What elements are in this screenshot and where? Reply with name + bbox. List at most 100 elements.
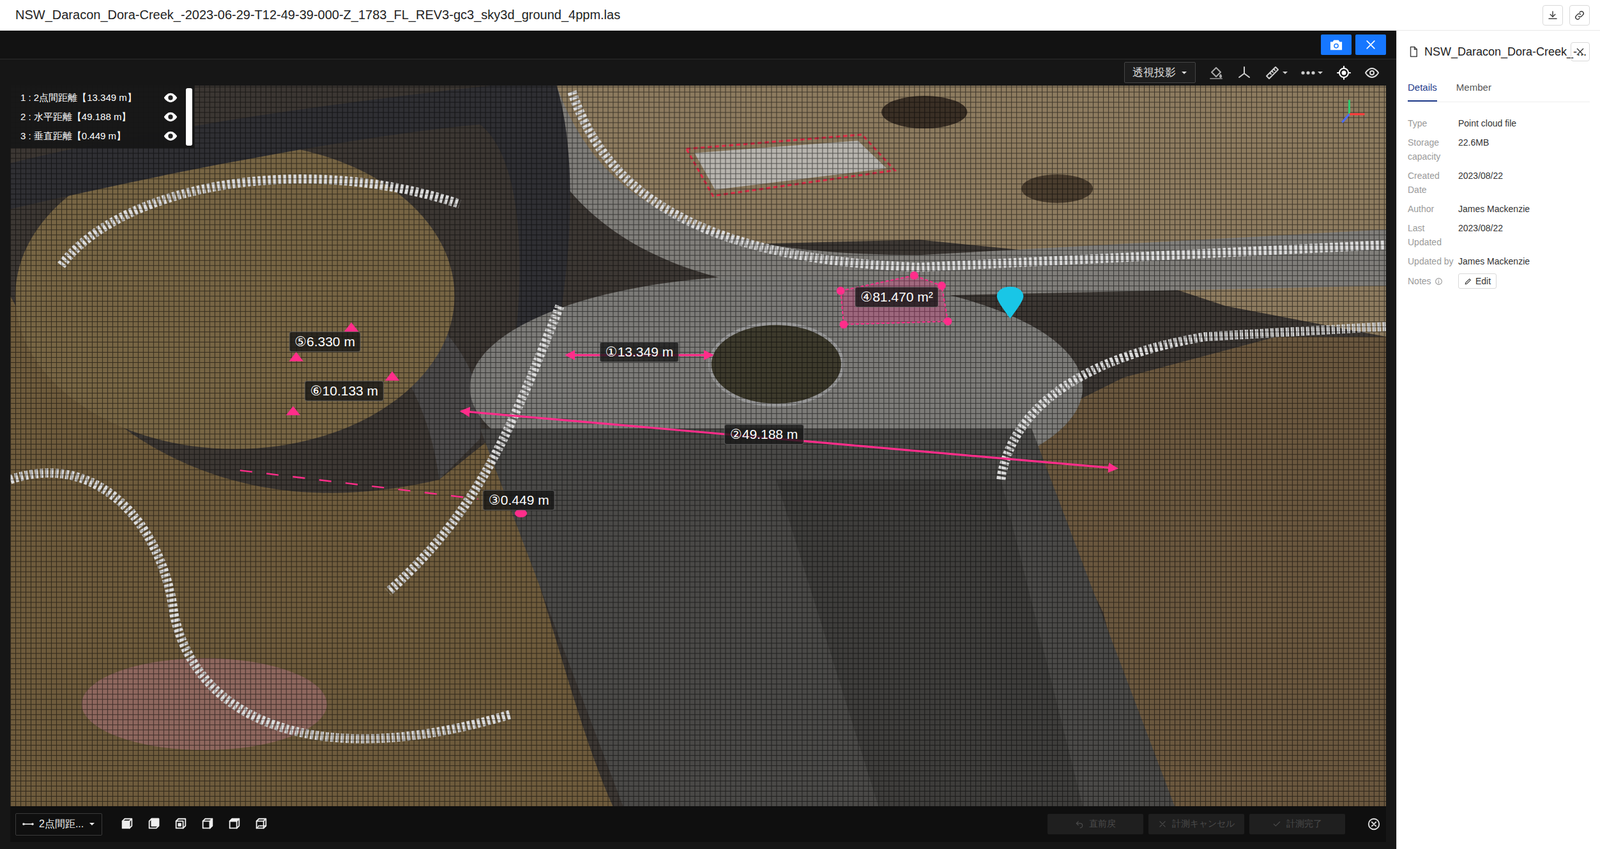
measurement-name: 3 : 垂直距離【0.449 m】	[20, 130, 126, 143]
more-tool[interactable]	[1301, 69, 1324, 77]
measurement-figure[interactable]	[286, 371, 400, 416]
info-icon[interactable]	[1434, 277, 1443, 286]
file-title: NSW_Daracon_Dora-Creek_-2023-06-29-T12-4…	[15, 7, 621, 23]
bottom-view-icon[interactable]	[254, 816, 269, 831]
measurement-panel: 1 : 2点間距離【13.349 m】 2 : 水平距離【49.188 m】 3 :…	[10, 85, 195, 149]
measure-tool-dropdown[interactable]: 2点間距...	[15, 813, 103, 836]
detail-value: James Mackenzie	[1458, 254, 1530, 269]
edit-label: Edit	[1475, 274, 1491, 289]
viewer-toolbar: 透視投影	[0, 59, 1397, 86]
locate-tool[interactable]	[1336, 65, 1352, 81]
measurement-label[interactable]: ①13.349 m	[599, 341, 679, 363]
camera-icon[interactable]	[1329, 38, 1344, 52]
measurement-label[interactable]: ②49.188 m	[724, 424, 804, 445]
axis-tool[interactable]	[1236, 65, 1252, 81]
panel-tab[interactable]: Details	[1407, 76, 1438, 102]
left-view-icon[interactable]	[173, 816, 188, 831]
download-button[interactable]	[1542, 5, 1563, 26]
screenshot-button[interactable]	[1320, 34, 1352, 55]
measurement-list: 1 : 2点間距離【13.349 m】 2 : 水平距離【49.188 m】 3 :…	[10, 88, 184, 146]
caret-down-icon[interactable]	[1317, 69, 1324, 77]
measurement-label[interactable]: ⑥10.133 m	[304, 380, 384, 402]
measurement-figure[interactable]	[836, 271, 953, 329]
measurement-figure[interactable]	[461, 411, 1117, 469]
close-icon[interactable]	[1575, 46, 1586, 57]
target-icon[interactable]	[1336, 65, 1352, 81]
detail-label: Created Date	[1407, 168, 1459, 197]
point-cloud-render[interactable]	[10, 85, 1387, 807]
detail-row: TypePoint cloud file	[1407, 116, 1590, 131]
point-cloud-viewer: 透視投影 ①13.349 m ②49.188 m ③0.449 m ④81.470 m²…	[0, 30, 1397, 849]
link-icon[interactable]	[1573, 9, 1586, 22]
detail-label: Type	[1407, 116, 1459, 131]
close-panel-button[interactable]	[1570, 42, 1590, 62]
close-icon[interactable]	[1364, 38, 1378, 52]
front-view-icon[interactable]	[120, 816, 135, 831]
detail-value: James Mackenzie	[1458, 201, 1530, 216]
measurement-item[interactable]: 3 : 垂直距離【0.449 m】	[10, 126, 184, 146]
detail-row: Last Updated2023/08/22	[1407, 220, 1590, 250]
file-icon	[1407, 45, 1420, 58]
scrollbar[interactable]	[185, 88, 193, 146]
detail-value: Point cloud file	[1458, 116, 1517, 131]
link-button[interactable]	[1569, 5, 1590, 26]
measurement-item[interactable]: 2 : 水平距離【49.188 m】	[10, 107, 184, 127]
viewer-bottom-bar: 2点間距... 直前戻 計測キャンセル 計測完了	[10, 806, 1387, 842]
header-actions	[1542, 5, 1590, 26]
title-bar: NSW_Daracon_Dora-Creek_-2023-06-29-T12-4…	[0, 0, 1600, 31]
notes-label-cell: Notes	[1407, 273, 1459, 290]
measurement-name: 1 : 2点間距離【13.349 m】	[20, 91, 137, 105]
eye-icon[interactable]	[163, 109, 178, 124]
detail-row: Updated byJames Mackenzie	[1407, 254, 1590, 269]
caret-down-icon[interactable]	[1180, 69, 1188, 77]
details-panel: NSW_Daracon_Dora-Creek_-... Details Member…	[1396, 30, 1600, 849]
eye-icon[interactable]	[1364, 65, 1380, 81]
viewer-header	[0, 30, 1397, 60]
tool-label: 2点間距...	[38, 817, 84, 831]
caret-down-icon[interactable]	[88, 820, 96, 828]
visibility-tool[interactable]	[1364, 65, 1380, 81]
download-icon[interactable]	[1546, 9, 1559, 22]
check-icon[interactable]	[1272, 819, 1282, 829]
panel-tab[interactable]: Member	[1456, 76, 1492, 102]
panel-title: NSW_Daracon_Dora-Creek_-...	[1424, 45, 1566, 59]
measure-tool[interactable]	[1264, 65, 1289, 81]
measure-action-button[interactable]: 計測完了	[1249, 813, 1346, 835]
close-viewer-button[interactable]	[1355, 34, 1387, 55]
detail-label: Updated by	[1407, 254, 1459, 269]
measurement-label[interactable]: ③0.449 m	[482, 489, 556, 511]
eye-icon[interactable]	[163, 90, 178, 105]
view-buttons	[120, 816, 269, 831]
main-area: 透視投影 ①13.349 m ②49.188 m ③0.449 m ④81.470 m²…	[0, 30, 1600, 849]
close-circle-icon[interactable]	[1366, 816, 1381, 831]
back-view-icon[interactable]	[146, 816, 161, 831]
more-icon[interactable]	[1301, 70, 1316, 76]
action-label: 直前戻	[1089, 818, 1116, 830]
measurement-label[interactable]: ④81.470 m²	[854, 286, 939, 308]
action-label: 計測完了	[1286, 818, 1323, 830]
right-view-icon[interactable]	[200, 816, 215, 831]
measurement-label[interactable]: ⑤6.330 m	[288, 331, 361, 352]
pencil-icon[interactable]	[1463, 277, 1473, 286]
measure-action-button[interactable]: 計測キャンセル	[1148, 813, 1245, 835]
projection-dropdown[interactable]: 透視投影	[1124, 61, 1196, 84]
detail-row: Created Date2023/08/22	[1407, 168, 1590, 197]
detail-list: TypePoint cloud file Storage capacity22.6…	[1407, 116, 1590, 290]
point-cloud-scene[interactable]: ①13.349 m ②49.188 m ③0.449 m ④81.470 m² ⑤6.3…	[10, 85, 1387, 807]
ruler-icon[interactable]	[1264, 65, 1280, 81]
detail-label: Author	[1407, 201, 1459, 216]
measurement-name: 2 : 水平距離【49.188 m】	[20, 111, 131, 124]
cancel-icon[interactable]	[1158, 819, 1167, 829]
line-tool-icon[interactable]	[22, 820, 34, 828]
measurement-item[interactable]: 1 : 2点間距離【13.349 m】	[10, 88, 184, 108]
edit-notes-button[interactable]: Edit	[1458, 273, 1497, 289]
caret-down-icon[interactable]	[1281, 69, 1289, 77]
axis-icon[interactable]	[1236, 65, 1252, 81]
color-tool[interactable]	[1208, 65, 1224, 81]
measure-action-button[interactable]: 直前戻	[1047, 813, 1144, 835]
undo-icon[interactable]	[1074, 819, 1084, 829]
detail-row: Storage capacity22.6MB	[1407, 135, 1590, 164]
eye-icon[interactable]	[163, 129, 178, 144]
top-view-icon[interactable]	[227, 816, 242, 831]
paint-bucket-icon[interactable]	[1208, 65, 1224, 81]
